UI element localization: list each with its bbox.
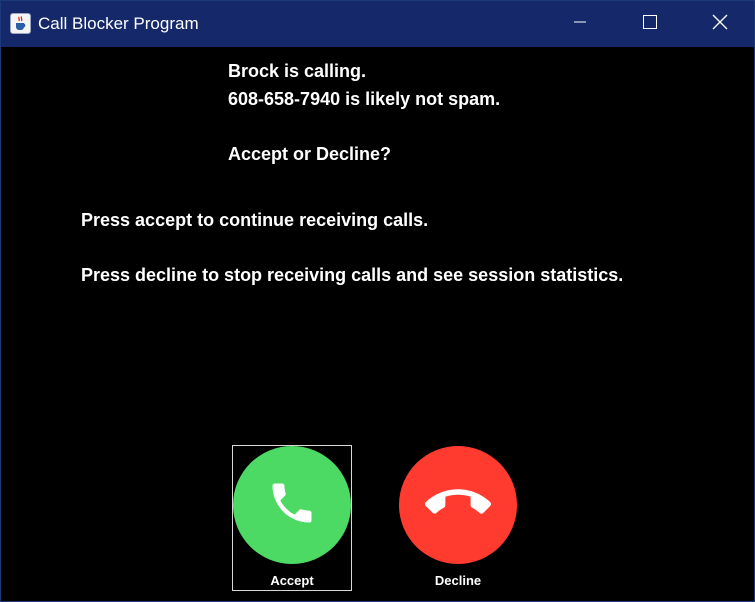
window-title: Call Blocker Program [38,14,199,33]
decline-label: Decline [434,573,482,588]
accept-instructions: Press accept to continue receiving calls… [81,210,429,230]
accept-circle[interactable] [233,446,351,564]
maximize-button[interactable] [615,1,685,47]
minimize-button[interactable] [545,1,615,47]
spam-status-text: 608-658-7940 is likely not spam. [228,89,501,109]
close-icon [712,14,728,35]
decline-instructions: Press decline to stop receiving calls an… [81,265,624,285]
accept-decline-prompt: Accept or Decline? [228,144,392,164]
close-button[interactable] [685,1,755,47]
decline-circle[interactable] [399,446,517,564]
maximize-icon [643,14,657,34]
decline-button[interactable]: Decline [398,445,518,591]
call-panel: Brock is calling. 608-658-7940 is likely… [1,47,754,601]
accept-label: Accept [270,573,314,588]
title-bar[interactable]: Call Blocker Program [1,1,754,47]
phone-icon [266,477,318,534]
java-cup-icon [10,13,31,34]
hang-up-icon [425,470,491,541]
accept-button[interactable]: Accept [232,445,352,591]
caller-text: Brock is calling. [228,61,367,81]
app-window: Call Blocker Program Brock is calling. 6… [0,0,755,602]
minimize-icon [574,15,586,33]
